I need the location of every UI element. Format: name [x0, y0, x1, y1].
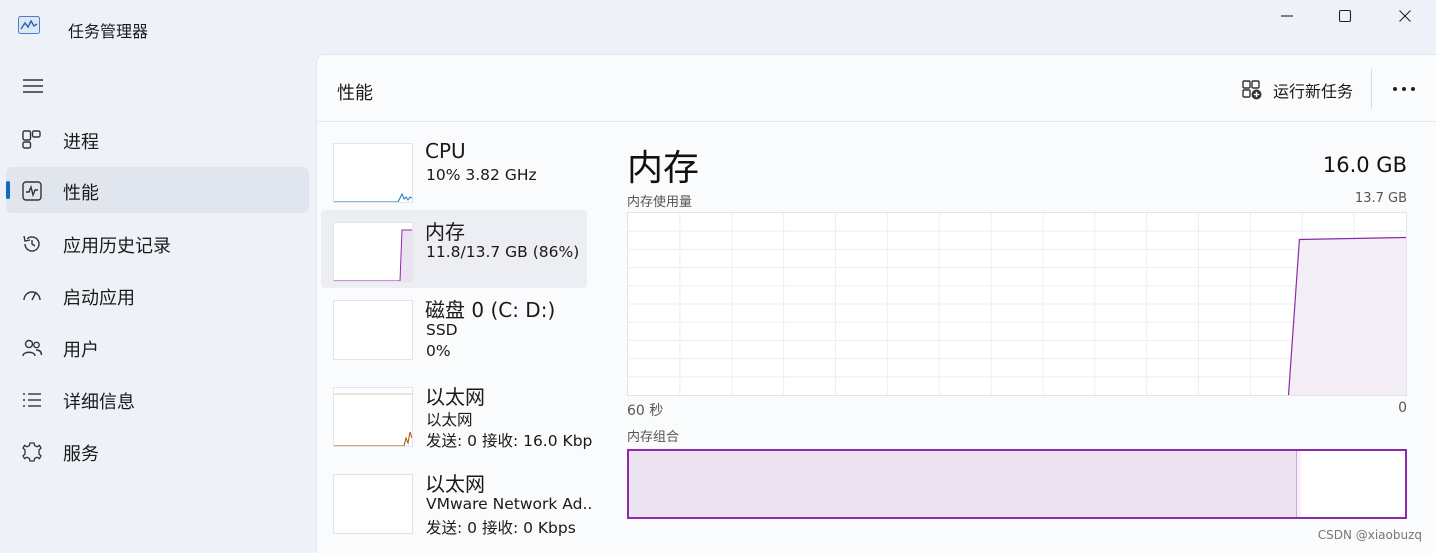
startup-icon	[23, 291, 41, 301]
graph-axis-end-label: 0	[1398, 400, 1407, 416]
resource-name: 磁盘 0 (C: D:)	[425, 298, 556, 322]
run-new-task-button[interactable]: 运行新任务	[1241, 75, 1353, 105]
sidebar: 进程 性能 应用历史记录 启动应用 用户 详细信息 服务	[0, 54, 316, 552]
services-icon	[22, 442, 42, 462]
close-button[interactable]	[1376, 0, 1434, 32]
sidebar-item-services[interactable]: 服务	[6, 428, 309, 474]
active-indicator	[6, 181, 10, 199]
resource-detail: 以太网	[426, 411, 473, 429]
hamburger-menu-icon[interactable]	[22, 76, 44, 96]
resource-name: 以太网	[425, 472, 485, 496]
performance-icon	[22, 181, 42, 201]
graph-axis-start-label: 60 秒	[627, 403, 664, 419]
resource-item-disk[interactable]: 磁盘 0 (C: D:) SSD 0%	[321, 288, 587, 366]
sidebar-item-details[interactable]: 详细信息	[6, 376, 309, 422]
sidebar-item-label: 性能	[63, 183, 99, 204]
cpu-thumbnail-graph	[333, 143, 413, 203]
disk-thumbnail-graph	[333, 300, 413, 360]
maximize-icon	[1338, 9, 1352, 23]
window-title: 任务管理器	[68, 22, 149, 41]
details-icon	[23, 393, 41, 407]
watermark: CSDN @xiaobuzq	[1317, 528, 1422, 542]
task-manager-icon	[18, 16, 40, 34]
header-divider	[1371, 69, 1372, 109]
sidebar-item-label: 服务	[63, 444, 99, 465]
more-icon	[1393, 87, 1415, 91]
memory-in-use-segment[interactable]	[629, 451, 1298, 517]
resource-name: CPU	[425, 139, 466, 163]
history-icon	[23, 235, 40, 252]
minimize-icon	[1281, 15, 1293, 17]
memory-usage-area	[1288, 237, 1406, 395]
memory-thumbnail-graph	[333, 222, 413, 282]
maximize-button[interactable]	[1316, 0, 1374, 32]
sidebar-item-processes[interactable]: 进程	[6, 116, 309, 162]
resource-detail: SSD	[426, 321, 458, 339]
detail-title: 内存	[627, 148, 700, 189]
users-icon	[22, 339, 43, 357]
sidebar-item-users[interactable]: 用户	[6, 324, 309, 370]
resource-item-cpu[interactable]: CPU 10% 3.82 GHz	[321, 133, 587, 211]
sidebar-item-startup-apps[interactable]: 启动应用	[6, 272, 309, 318]
memory-composition-label: 内存组合	[627, 430, 680, 445]
run-new-task-icon	[1242, 80, 1262, 100]
resource-item-memory[interactable]: 内存 11.8/13.7 GB (86%)	[321, 210, 587, 288]
resource-detail: VMware Network Ad..	[426, 495, 593, 513]
resource-item-ethernet-vmware[interactable]: 以太网 VMware Network Ad.. 发送: 0 接收: 0 Kbps	[321, 461, 592, 539]
memory-composition-bar	[627, 449, 1407, 519]
processes-icon	[22, 130, 41, 149]
main-content: 性能 运行新任务 CPU 10% 3.82 GHz 内存 11.8/13.7 G…	[316, 54, 1436, 553]
resource-detail: 10% 3.82 GHz	[426, 166, 537, 184]
resource-name: 以太网	[425, 385, 485, 409]
more-options-button[interactable]	[1387, 73, 1421, 105]
sidebar-item-performance[interactable]: 性能	[6, 167, 309, 213]
close-icon	[1399, 10, 1411, 22]
run-new-task-label: 运行新任务	[1273, 82, 1354, 101]
memory-usage-graph	[627, 212, 1407, 396]
resource-detail: 0%	[426, 342, 451, 360]
sidebar-item-label: 启动应用	[63, 288, 135, 309]
minimize-button[interactable]	[1258, 0, 1316, 32]
title-bar: 任务管理器	[0, 0, 1436, 54]
memory-usage-label: 内存使用量	[627, 195, 693, 210]
memory-detail-pane: 内存 16.0 GB 内存使用量 13.7 GB 60 秒 0 内存组合	[625, 121, 1407, 553]
page-title: 性能	[337, 83, 373, 104]
sidebar-item-app-history[interactable]: 应用历史记录	[6, 220, 309, 266]
sidebar-item-label: 应用历史记录	[63, 236, 171, 257]
sidebar-item-label: 详细信息	[63, 392, 135, 413]
sidebar-item-label: 用户	[63, 340, 99, 361]
resource-item-ethernet[interactable]: 以太网 以太网 发送: 0 接收: 16.0 Kbps	[321, 375, 593, 453]
resource-detail: 发送: 0 接收: 0 Kbps	[426, 519, 576, 537]
resource-detail: 发送: 0 接收: 16.0 Kbps	[426, 432, 593, 450]
sidebar-item-label: 进程	[63, 132, 99, 153]
ethernet-thumbnail-graph	[333, 387, 413, 447]
resource-name: 内存	[425, 220, 465, 244]
memory-total: 16.0 GB	[1322, 153, 1407, 177]
memory-modified-segment[interactable]	[1296, 451, 1302, 517]
resource-detail: 11.8/13.7 GB (86%)	[426, 243, 580, 261]
memory-usage-max: 13.7 GB	[1354, 191, 1407, 206]
ethernet-vmware-thumbnail-graph	[333, 474, 413, 534]
